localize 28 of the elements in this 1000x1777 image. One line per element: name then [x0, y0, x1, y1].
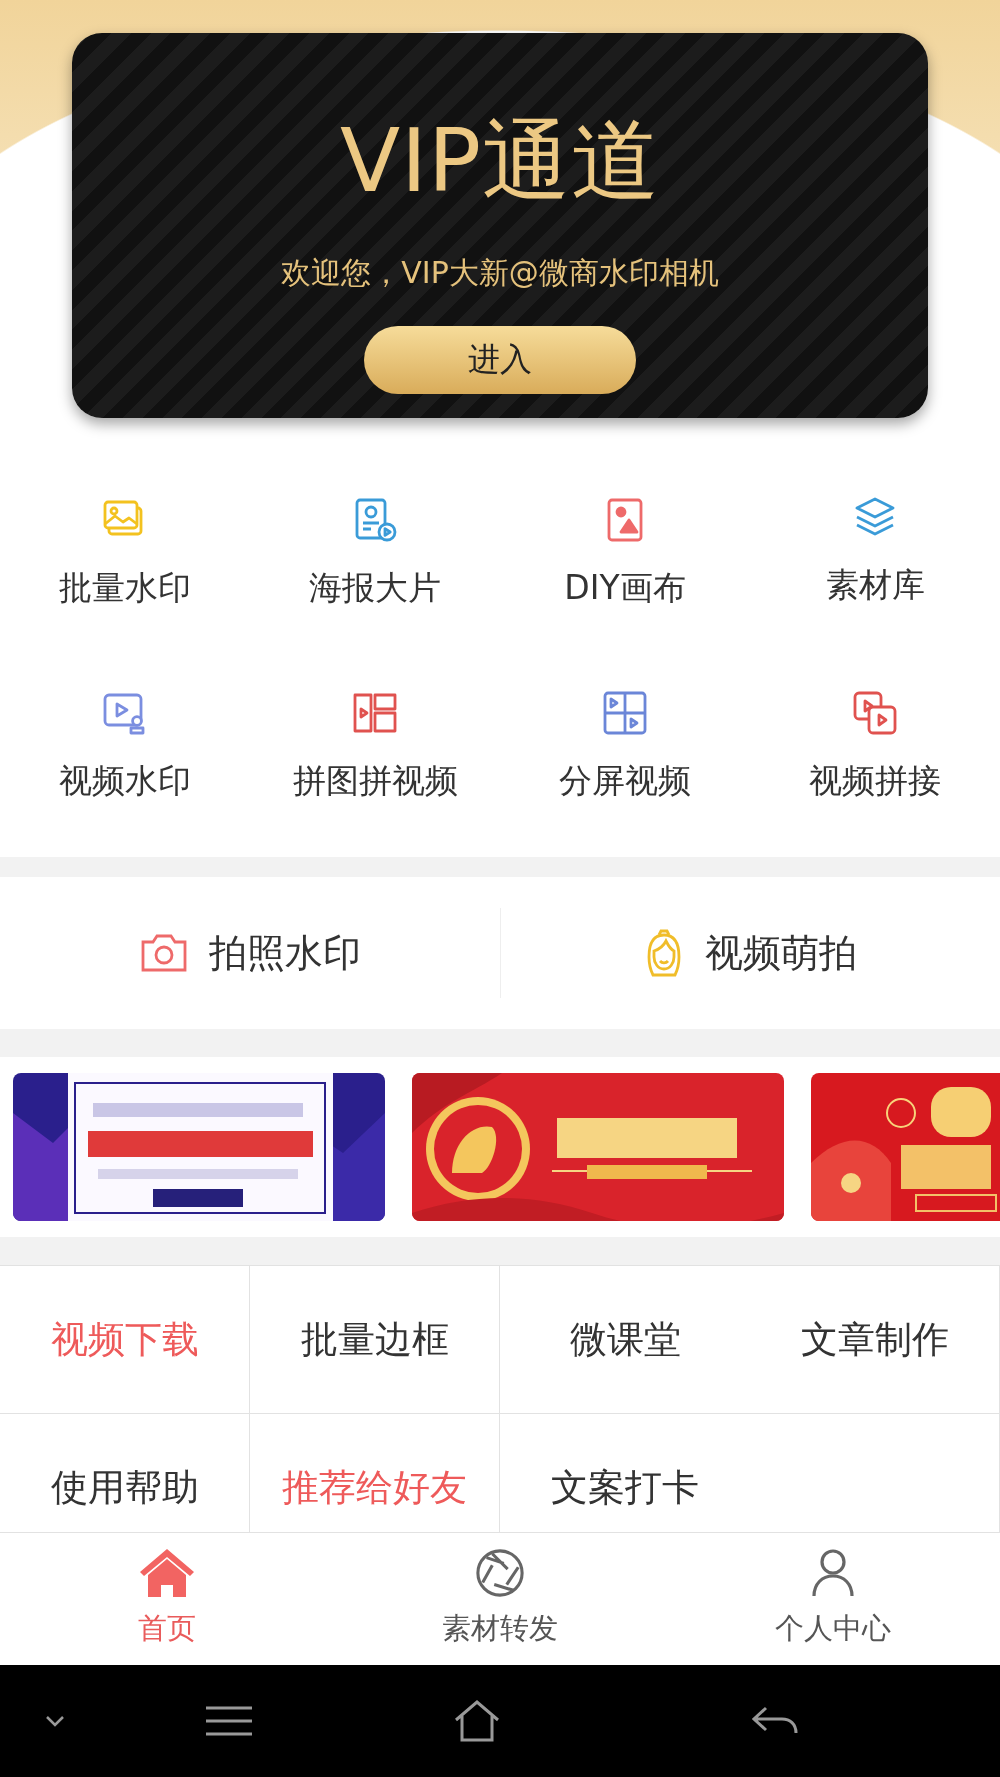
aperture-icon — [475, 1547, 525, 1599]
split-screen-icon — [601, 689, 649, 737]
feature-item[interactable]: 视频水印 — [59, 759, 191, 804]
feature-item[interactable]: 素材库 — [825, 563, 925, 608]
shoot-mode-button[interactable]: 视频萌拍 — [705, 927, 858, 979]
enter-button[interactable]: 进入 — [364, 326, 636, 394]
feature-item[interactable]: 拼图拼视频 — [292, 759, 458, 804]
shortcut-link[interactable]: 文案打卡 — [551, 1462, 699, 1513]
welcome-text: 欢迎您，VIP大新@微商水印相机 — [281, 254, 719, 292]
shortcut-link[interactable]: 文章制作 — [800, 1314, 949, 1365]
feature-item[interactable]: 海报大片 — [309, 566, 441, 611]
home-icon[interactable] — [454, 1700, 500, 1742]
person-icon — [811, 1547, 856, 1599]
feature-item[interactable]: 批量水印 — [59, 566, 191, 611]
video-merge-icon — [851, 689, 899, 737]
tab[interactable]: 素材转发 — [333, 1533, 667, 1665]
feature-item[interactable]: 分屏视频 — [559, 759, 691, 804]
feature-item[interactable]: 视频拼接 — [809, 759, 941, 804]
chevron-down-icon[interactable] — [45, 1715, 65, 1727]
tab[interactable]: 个人中心 — [666, 1533, 1000, 1665]
shoot-mode-button[interactable]: 拍照水印 — [208, 927, 361, 979]
feature-item[interactable]: DIY画布 — [564, 566, 686, 611]
shortcut-link[interactable]: 微课堂 — [569, 1314, 681, 1365]
shortcut-link[interactable]: 使用帮助 — [50, 1462, 199, 1513]
menu-icon[interactable] — [206, 1705, 252, 1737]
back-icon[interactable] — [752, 1706, 798, 1736]
vip-title: VIP通道 — [339, 111, 661, 211]
shortcut-link[interactable]: 批量边框 — [300, 1314, 449, 1365]
